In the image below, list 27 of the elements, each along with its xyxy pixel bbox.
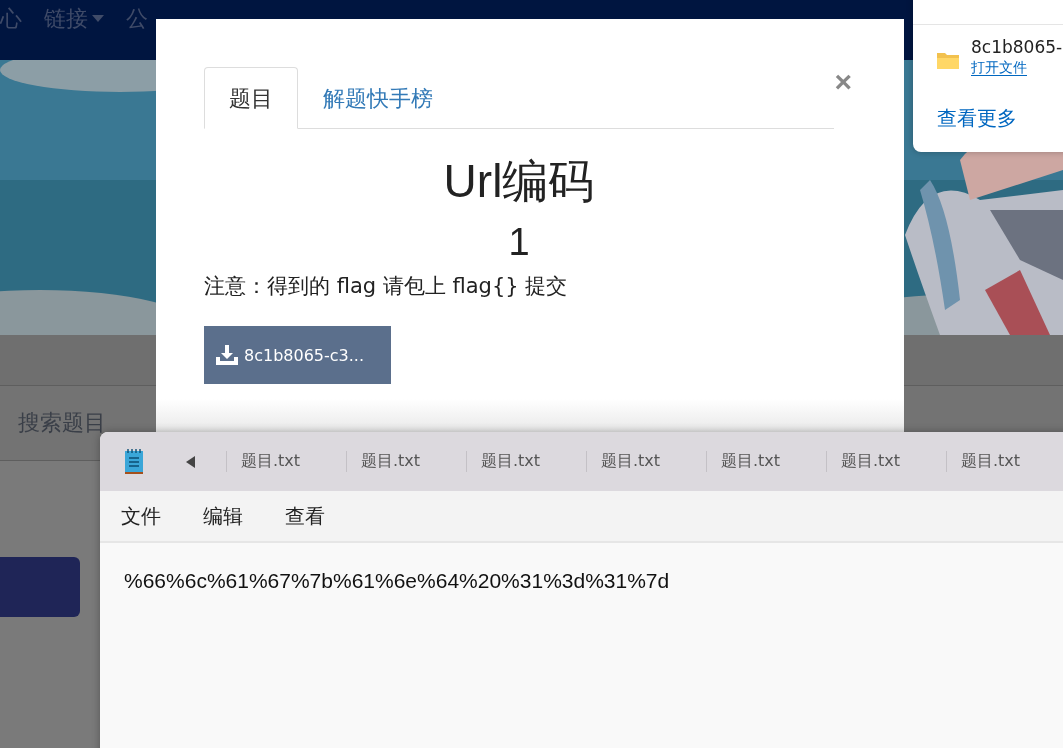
scroll-left-icon[interactable] — [186, 455, 196, 468]
note-text: 注意：得到的 flag 请包上 flag{} 提交 — [204, 273, 569, 300]
file-tab[interactable]: 题目.txt — [346, 451, 466, 472]
menu-item[interactable]: 编辑 — [203, 502, 243, 530]
challenge-title: Url编码 — [442, 154, 596, 209]
notepad-icon — [124, 448, 144, 475]
download-button[interactable]: 8c1b8065-c3... — [204, 326, 391, 384]
close-button[interactable]: × — [834, 67, 852, 97]
open-file-link[interactable]: 打开文件 — [971, 59, 1027, 76]
folder-icon — [937, 51, 959, 69]
document-text: %66%6c%61%67%7b%61%6e%64%20%31%3d%31%7d — [123, 568, 671, 593]
search-heading: 搜索题目 — [18, 409, 106, 437]
file-tab[interactable]: 题目.txt — [466, 451, 586, 472]
file-tab[interactable]: 题目.txt — [586, 451, 706, 472]
tab[interactable]: 题目 — [204, 67, 298, 129]
tab[interactable]: 解题快手榜 — [298, 67, 458, 129]
download-icon — [216, 345, 238, 365]
file-name: 8c1b8065- — [971, 37, 1063, 57]
menu-item[interactable]: 查看 — [285, 502, 325, 530]
file-tab[interactable]: 题目.txt — [226, 451, 346, 472]
menu-item[interactable]: 文件 — [121, 502, 161, 530]
file-tab[interactable]: 题目.txt — [706, 451, 826, 472]
caret-icon — [92, 15, 104, 23]
challenge-score: 1 — [507, 221, 531, 264]
file-tab[interactable]: 题目.txt — [946, 451, 1063, 472]
see-more-link[interactable]: 查看更多 — [913, 77, 1063, 132]
file-tab[interactable]: 题目.txt — [826, 451, 946, 472]
